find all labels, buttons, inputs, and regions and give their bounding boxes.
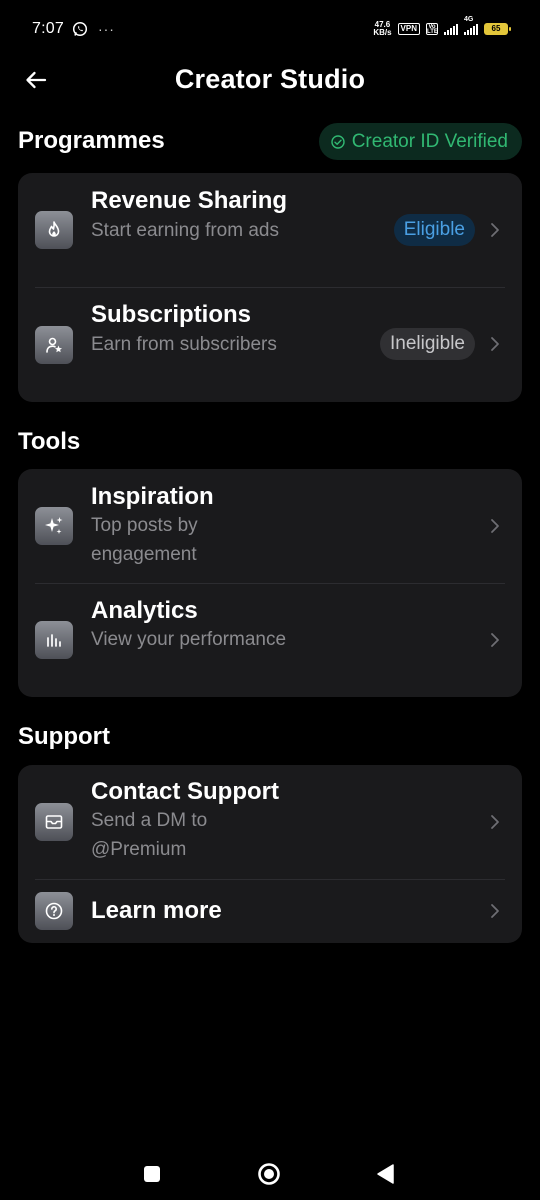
chevron-right-icon (491, 815, 499, 829)
status-badge-ineligible: Ineligible (380, 328, 475, 360)
vpn-icon: VPN (397, 23, 420, 35)
whatsapp-icon (72, 21, 88, 37)
system-nav-bar (0, 1144, 540, 1200)
row-title: Learn more (91, 897, 222, 924)
flame-icon (35, 211, 73, 249)
section-title-programmes: Programmes (18, 127, 165, 154)
header: Creator Studio (0, 58, 540, 104)
programme-row-subscriptions[interactable]: Subscriptions Earn from subscribers Inel… (18, 288, 522, 402)
row-subtitle: Send a DM to @Premium (91, 810, 208, 860)
row-title: Inspiration (91, 483, 214, 510)
row-title: Analytics (91, 597, 198, 624)
creator-id-verified-badge[interactable]: Creator ID Verified (318, 123, 522, 160)
net-speed: 47.6 KB/s (373, 21, 391, 37)
more-notifications-icon: ··· (97, 21, 115, 37)
row-subtitle: Earn from subscribers (91, 334, 277, 355)
network-type: 4G (464, 16, 474, 23)
row-title: Subscriptions (91, 301, 252, 328)
tools-card: Inspiration Top posts by engagement Anal… (18, 469, 522, 697)
chevron-right-icon (491, 519, 499, 533)
square-icon (144, 1166, 160, 1182)
home-button[interactable] (257, 1162, 281, 1191)
triangle-back-icon (377, 1164, 394, 1184)
recents-button[interactable] (143, 1165, 161, 1188)
net-speed-unit: KB/s (373, 28, 392, 37)
chevron-right-icon (491, 904, 499, 918)
support-card: Contact Support Send a DM to @Premium Le… (18, 765, 522, 943)
nav-back-button[interactable] (376, 1163, 396, 1190)
signal-4g-icon: 4G (464, 16, 478, 35)
status-time: 7:07 (32, 20, 64, 37)
sparkle-icon (35, 507, 73, 545)
row-subtitle: Top posts by engagement (91, 515, 198, 565)
person-star-icon (35, 326, 73, 364)
tool-row-analytics[interactable]: Analytics View your performance (18, 584, 522, 697)
bar-chart-icon (35, 621, 73, 659)
status-right: 47.6 KB/s VPN Vo LTE 4G 65 (373, 16, 511, 37)
verified-badge-label: Creator ID Verified (351, 130, 508, 152)
chevron-right-icon (491, 223, 499, 237)
section-title-support: Support (18, 723, 110, 750)
row-title: Revenue Sharing (91, 187, 288, 214)
volte-icon: Vo LTE (426, 23, 438, 35)
envelope-icon (35, 803, 73, 841)
support-row-contact-support[interactable]: Contact Support Send a DM to @Premium (18, 765, 522, 879)
tool-row-inspiration[interactable]: Inspiration Top posts by engagement (18, 469, 522, 583)
battery-icon: 65 (484, 23, 511, 35)
section-title-tools: Tools (18, 428, 81, 455)
chevron-right-icon (491, 337, 499, 351)
status-bar: 7:07 ··· 47.6 KB/s VPN Vo LTE 4G 65 (0, 0, 540, 58)
question-circle-icon (35, 892, 73, 930)
chevron-right-icon (491, 633, 499, 647)
circle-icon (258, 1163, 280, 1185)
programme-row-revenue-sharing[interactable]: Revenue Sharing Start earning from ads E… (18, 173, 522, 287)
row-subtitle: Start earning from ads (91, 220, 279, 241)
page-title: Creator Studio (174, 64, 366, 94)
signal-icon (444, 23, 458, 35)
status-left: 7:07 ··· (32, 20, 115, 38)
creator-studio-screen: 7:07 ··· 47.6 KB/s VPN Vo LTE 4G 65 Crea… (0, 0, 540, 1200)
programmes-card: Revenue Sharing Start earning from ads E… (18, 173, 522, 402)
support-row-learn-more[interactable]: Learn more (18, 880, 522, 943)
row-subtitle: View your performance (91, 629, 287, 650)
status-badge-eligible: Eligible (393, 214, 475, 246)
row-title: Contact Support (91, 778, 279, 805)
check-circle-icon (331, 134, 345, 149)
